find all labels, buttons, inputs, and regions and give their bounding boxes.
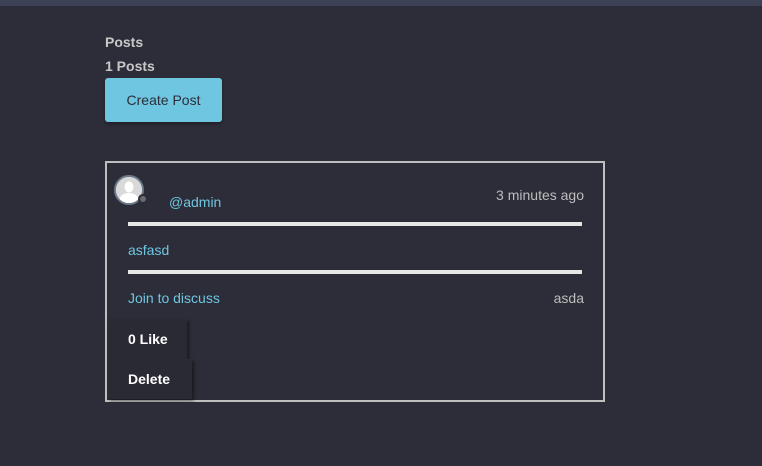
create-post-button[interactable]: Create Post [105,78,222,122]
post-body: asfasd [128,242,170,258]
posts-page: Posts 1 Posts Create Post @admin 3 minut… [0,0,762,466]
post-author-link[interactable]: @admin [169,194,221,210]
join-discuss-link[interactable]: Join to discuss [128,290,220,306]
post-tag: asda [553,290,584,306]
divider [128,222,582,226]
delete-button[interactable]: Delete [108,359,192,399]
post-count: 1 Posts [105,58,155,74]
post-timestamp: 3 minutes ago [496,187,584,203]
section-title: Posts [105,34,144,50]
post-card: @admin 3 minutes ago asfasd Join to disc… [105,161,605,402]
divider [128,270,582,274]
status-dot-icon [138,194,148,204]
like-button[interactable]: 0 Like [108,319,187,359]
